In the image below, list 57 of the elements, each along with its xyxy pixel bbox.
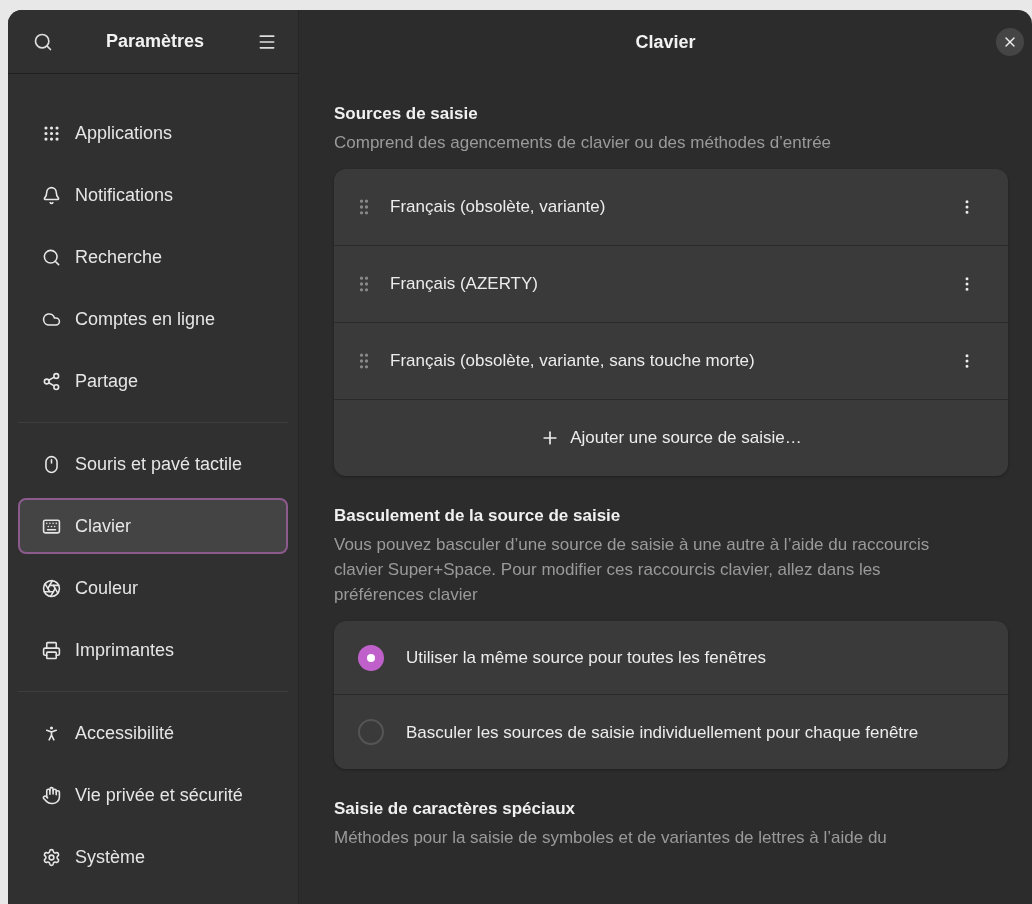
sidebar-item[interactable]: Vie privée et sécurité [18,767,288,823]
radio-label: Utiliser la même source pour toutes les fenêtres [406,647,766,669]
add-input-source-button[interactable]: Ajouter une source de saisie… [334,400,1008,476]
printer-icon [42,640,61,660]
grid-icon [42,123,61,143]
section-description: Comprend des agencements de clavier ou des méthodes d’entrée [334,132,833,154]
sidebar-item[interactable]: Applications [18,105,288,161]
radio-button[interactable] [358,719,384,745]
section-heading: Saisie de caractères spéciaux [334,799,576,819]
sidebar-item-label: Partage [75,370,139,392]
sidebar-item-label: Comptes en ligne [75,308,216,330]
radio-option-row[interactable]: Utiliser la même source pour toutes les fenêtres [334,621,1008,695]
sidebar-item-label: Couleur [75,577,139,599]
bell-icon [42,185,61,205]
sidebar-item-label: Imprimantes [75,639,175,661]
sidebar-item-label: Applications [75,122,173,144]
sidebar-item-label: Système [75,846,146,868]
input-source-label: Français (obsolète, variante) [390,197,607,217]
sidebar-item[interactable]: Couleur [18,560,288,616]
radio-button[interactable] [358,644,384,671]
hand-icon [42,785,61,805]
sidebar-item[interactable]: Système [18,829,288,885]
sidebar-title: Paramètres [105,31,205,52]
sidebar-item-label: Vie privée et sécurité [75,784,243,806]
search-icon [33,31,53,52]
sidebar-item-label: Clavier [75,515,131,537]
sidebar-item[interactable]: Clavier [18,498,288,554]
section-description: Vous pouvez basculer d’une source de saisie à une autre à l’aide du raccourcis clavier Super+Space. Pour modifier ces raccourcis clavier, allez dans les préférences clavier [334,534,931,606]
gear-icon [42,847,61,867]
input-source-label: Français (obsolète, variante, sans touche morte) [390,351,756,371]
input-source-label: Français (AZERTY) [390,274,539,294]
sidebar-item[interactable]: Partage [18,353,288,409]
close-button[interactable] [996,28,1024,56]
keyboard-icon [42,516,61,536]
input-source-row[interactable]: Français (obsolète, variante) [334,169,1008,246]
section-description: Méthodes pour la saisie de symboles et de variantes de lettres à l’aide du [334,827,888,849]
radio-label: Basculer les sources de saisie individuellement pour chaque fenêtre [406,721,919,744]
search-icon [42,247,61,267]
section-heading: Basculement de la source de saisie [334,506,622,526]
sidebar-item[interactable]: Accessibilité [18,705,288,761]
share-icon [42,371,61,391]
sidebar-item-label: Notifications [75,184,174,206]
input-source-row[interactable]: Français (obsolète, variante, sans touche morte) [334,323,1008,400]
sidebar-item-label: Recherche [75,246,163,268]
section-heading: Sources de saisie [334,104,479,124]
sidebar-item[interactable]: Recherche [18,229,288,285]
sidebar-item[interactable]: Imprimantes [18,622,288,678]
sidebar-item-label: Accessibilité [75,722,175,744]
sidebar-item[interactable]: Comptes en ligne [18,291,288,347]
sidebar-item[interactable]: Souris et pavé tactile [18,436,288,492]
radio-option-row[interactable]: Basculer les sources de saisie individuellement pour chaque fenêtre [334,695,1008,769]
sidebar-item[interactable]: Notifications [18,167,288,223]
page-title: Clavier [635,31,696,53]
sidebar-item-label: Souris et pavé tactile [75,453,243,475]
mouse-icon [42,454,61,474]
input-source-row[interactable]: Français (AZERTY) [334,246,1008,323]
aperture-icon [42,578,61,598]
